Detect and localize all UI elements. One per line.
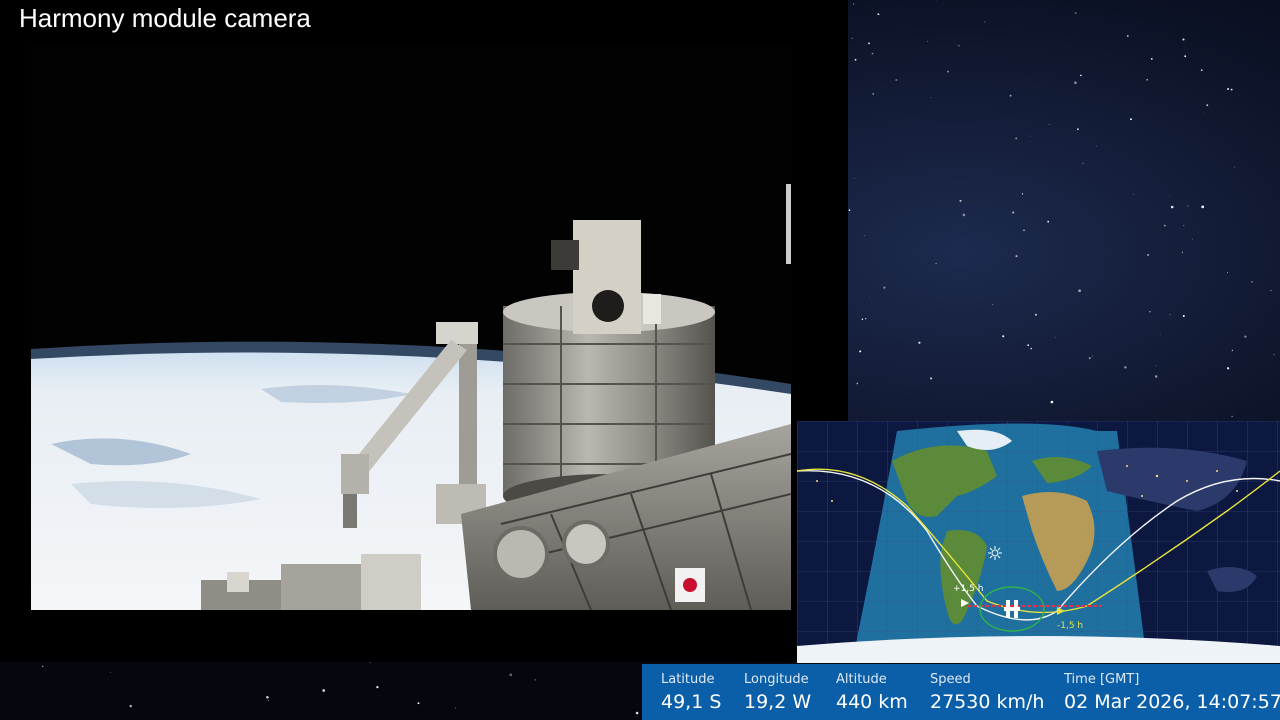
japan-flag-disc (683, 578, 697, 592)
telemetry-bar: Latitude 49,1 S Longitude 19,2 W Altitud… (642, 664, 1280, 720)
longitude-value: 19,2 W (744, 691, 812, 713)
time-label: Time [GMT] (1064, 672, 1140, 687)
speed-label: Speed (930, 672, 971, 687)
past-time-marker: +1,5 h (953, 584, 983, 594)
speed-value: 27530 km/h (930, 691, 1045, 713)
latitude-label: Latitude (661, 672, 715, 687)
altitude-label: Altitude (836, 672, 887, 687)
future-time-marker: -1,5 h (1057, 621, 1083, 631)
longitude-label: Longitude (744, 672, 809, 687)
time-value: 02 Mar 2026, 14:07:57 (1064, 691, 1280, 713)
latitude-value: 49,1 S (661, 691, 722, 713)
ground-track-map: +1,5 h -1,5 h (797, 421, 1280, 663)
camera-feed (31, 44, 791, 610)
camera-title: Harmony module camera (19, 3, 311, 33)
altitude-value: 440 km (836, 691, 908, 713)
